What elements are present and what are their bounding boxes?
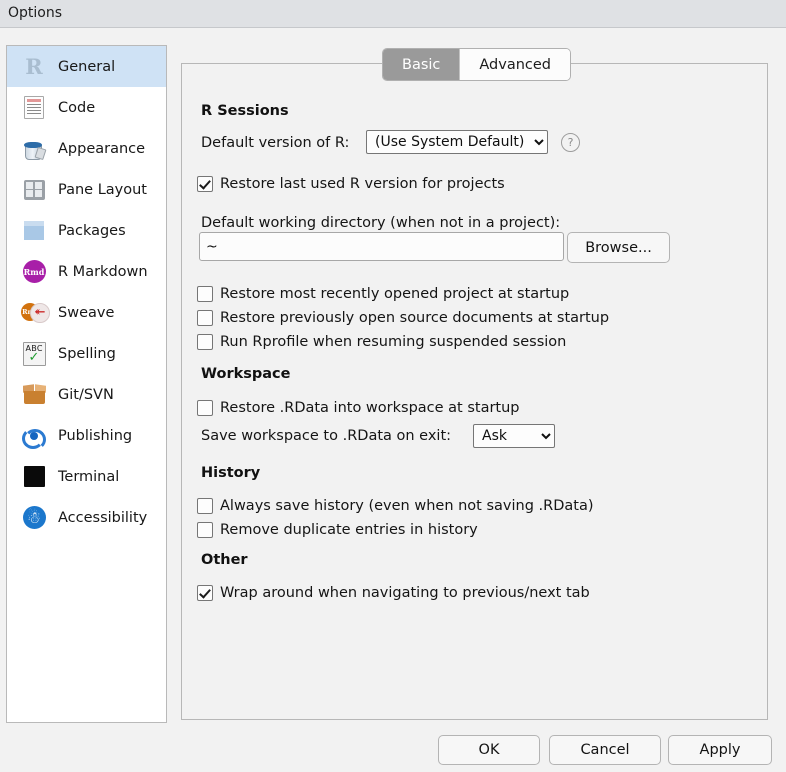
checkbox-restore-source-documents[interactable]: Restore previously open source documents…: [197, 310, 609, 326]
publish-orbit-icon: [21, 423, 47, 450]
sidebar-item-label: Git/SVN: [58, 386, 114, 403]
sidebar-item-label: Pane Layout: [58, 181, 147, 198]
working-directory-label: Default working directory (when not in a…: [201, 215, 561, 231]
sidebar-item-accessibility[interactable]: ☃ Accessibility: [7, 497, 166, 538]
section-heading-r-sessions: R Sessions: [201, 103, 289, 119]
checkbox-box[interactable]: [197, 498, 213, 514]
accessibility-person-icon: ☃: [21, 505, 47, 531]
checkbox-restore-last-r-version[interactable]: Restore last used R version for projects: [197, 176, 505, 192]
sidebar-item-appearance[interactable]: Appearance: [7, 128, 166, 169]
sidebar-item-label: Packages: [58, 222, 126, 239]
r-logo-icon: R: [25, 54, 43, 79]
sidebar-item-r-markdown[interactable]: Rmd R Markdown: [7, 251, 166, 292]
checkbox-label: Always save history (even when not savin…: [220, 498, 594, 514]
checkbox-always-save-history[interactable]: Always save history (even when not savin…: [197, 498, 594, 514]
sidebar-item-sweave[interactable]: Rnw↞ Sweave: [7, 292, 166, 333]
sidebar-item-label: Sweave: [58, 304, 115, 321]
checkbox-label: Restore previously open source documents…: [220, 310, 610, 326]
checkbox-run-rprofile-on-resume[interactable]: Run Rprofile when resuming suspended ses…: [197, 334, 566, 350]
save-workspace-select[interactable]: AskAlwaysNever: [473, 424, 555, 448]
sidebar-item-git-svn[interactable]: Git/SVN: [7, 374, 166, 415]
checkbox-box[interactable]: [197, 400, 213, 416]
checkbox-label: Restore .RData into workspace at startup: [220, 400, 520, 416]
sidebar-item-packages[interactable]: Packages: [7, 210, 166, 251]
paint-can-icon: [21, 136, 47, 162]
cancel-button[interactable]: Cancel: [549, 735, 661, 765]
checkbox-label: Restore most recently opened project at …: [220, 286, 570, 302]
section-heading-other: Other: [201, 552, 248, 568]
checkbox-wrap-around-tabs[interactable]: Wrap around when navigating to previous/…: [197, 585, 590, 601]
sidebar-item-label: General: [58, 58, 116, 75]
checkbox-restore-recent-project[interactable]: Restore most recently opened project at …: [197, 286, 569, 302]
section-heading-workspace: Workspace: [201, 366, 291, 382]
save-workspace-label: Save workspace to .RData on exit:: [201, 428, 452, 444]
browse-button[interactable]: Browse...: [567, 232, 670, 263]
checkbox-label: Wrap around when navigating to previous/…: [220, 585, 590, 601]
section-heading-history: History: [201, 465, 261, 481]
help-icon[interactable]: ?: [561, 133, 580, 152]
checkbox-remove-duplicate-history[interactable]: Remove duplicate entries in history: [197, 522, 478, 538]
checkbox-restore-rdata[interactable]: Restore .RData into workspace at startup: [197, 400, 520, 416]
rmd-badge-icon: Rmd: [21, 259, 47, 285]
sidebar-item-label: Appearance: [58, 140, 146, 157]
apply-button[interactable]: Apply: [668, 735, 772, 765]
sidebar-item-label: Terminal: [58, 468, 120, 485]
package-cube-icon: [21, 218, 47, 244]
checkbox-box[interactable]: [197, 334, 213, 350]
checkbox-box[interactable]: [197, 286, 213, 302]
sidebar-item-terminal[interactable]: Terminal: [7, 456, 166, 497]
checkbox-box[interactable]: [197, 176, 213, 192]
options-tab-group[interactable]: Basic Advanced: [382, 48, 572, 81]
sidebar-item-label: Publishing: [58, 427, 133, 444]
cardboard-box-icon: [21, 382, 47, 408]
window-title-bar: Options: [0, 0, 786, 28]
sidebar-item-spelling[interactable]: ABC ✓ Spelling: [7, 333, 166, 374]
default-r-version-select[interactable]: (Use System Default): [366, 130, 548, 154]
sidebar-item-label: Spelling: [58, 345, 116, 362]
sidebar-item-label: Accessibility: [58, 509, 148, 526]
pane-grid-icon: [21, 177, 47, 203]
checkbox-label: Restore last used R version for projects: [220, 176, 505, 192]
spellcheck-abc-icon: ABC ✓: [21, 341, 47, 367]
sidebar-item-general[interactable]: R General: [7, 46, 166, 87]
checkbox-label: Run Rprofile when resuming suspended ses…: [220, 334, 567, 350]
window-title: Options: [8, 5, 63, 21]
working-directory-input[interactable]: [199, 232, 564, 261]
sweave-rnw-pdf-icon: Rnw↞: [21, 300, 50, 326]
tab-advanced[interactable]: Advanced: [459, 49, 571, 80]
tab-basic[interactable]: Basic: [383, 49, 460, 80]
code-document-icon: [21, 95, 47, 121]
sidebar-item-label: Code: [58, 99, 96, 116]
sidebar-item-code[interactable]: Code: [7, 87, 166, 128]
checkbox-box[interactable]: [197, 585, 213, 601]
sidebar-item-label: R Markdown: [58, 263, 148, 280]
checkbox-box[interactable]: [197, 310, 213, 326]
sidebar-item-pane-layout[interactable]: Pane Layout: [7, 169, 166, 210]
checkbox-label: Remove duplicate entries in history: [220, 522, 478, 538]
terminal-square-icon: [21, 464, 47, 490]
checkbox-box[interactable]: [197, 522, 213, 538]
options-category-sidebar[interactable]: R General Code Appearance Pane Layout Pa…: [6, 45, 167, 723]
ok-button[interactable]: OK: [438, 735, 540, 765]
sidebar-item-publishing[interactable]: Publishing: [7, 415, 166, 456]
options-content-panel: R Sessions Default version of R: (Use Sy…: [181, 63, 768, 720]
default-r-version-label: Default version of R:: [201, 135, 350, 151]
